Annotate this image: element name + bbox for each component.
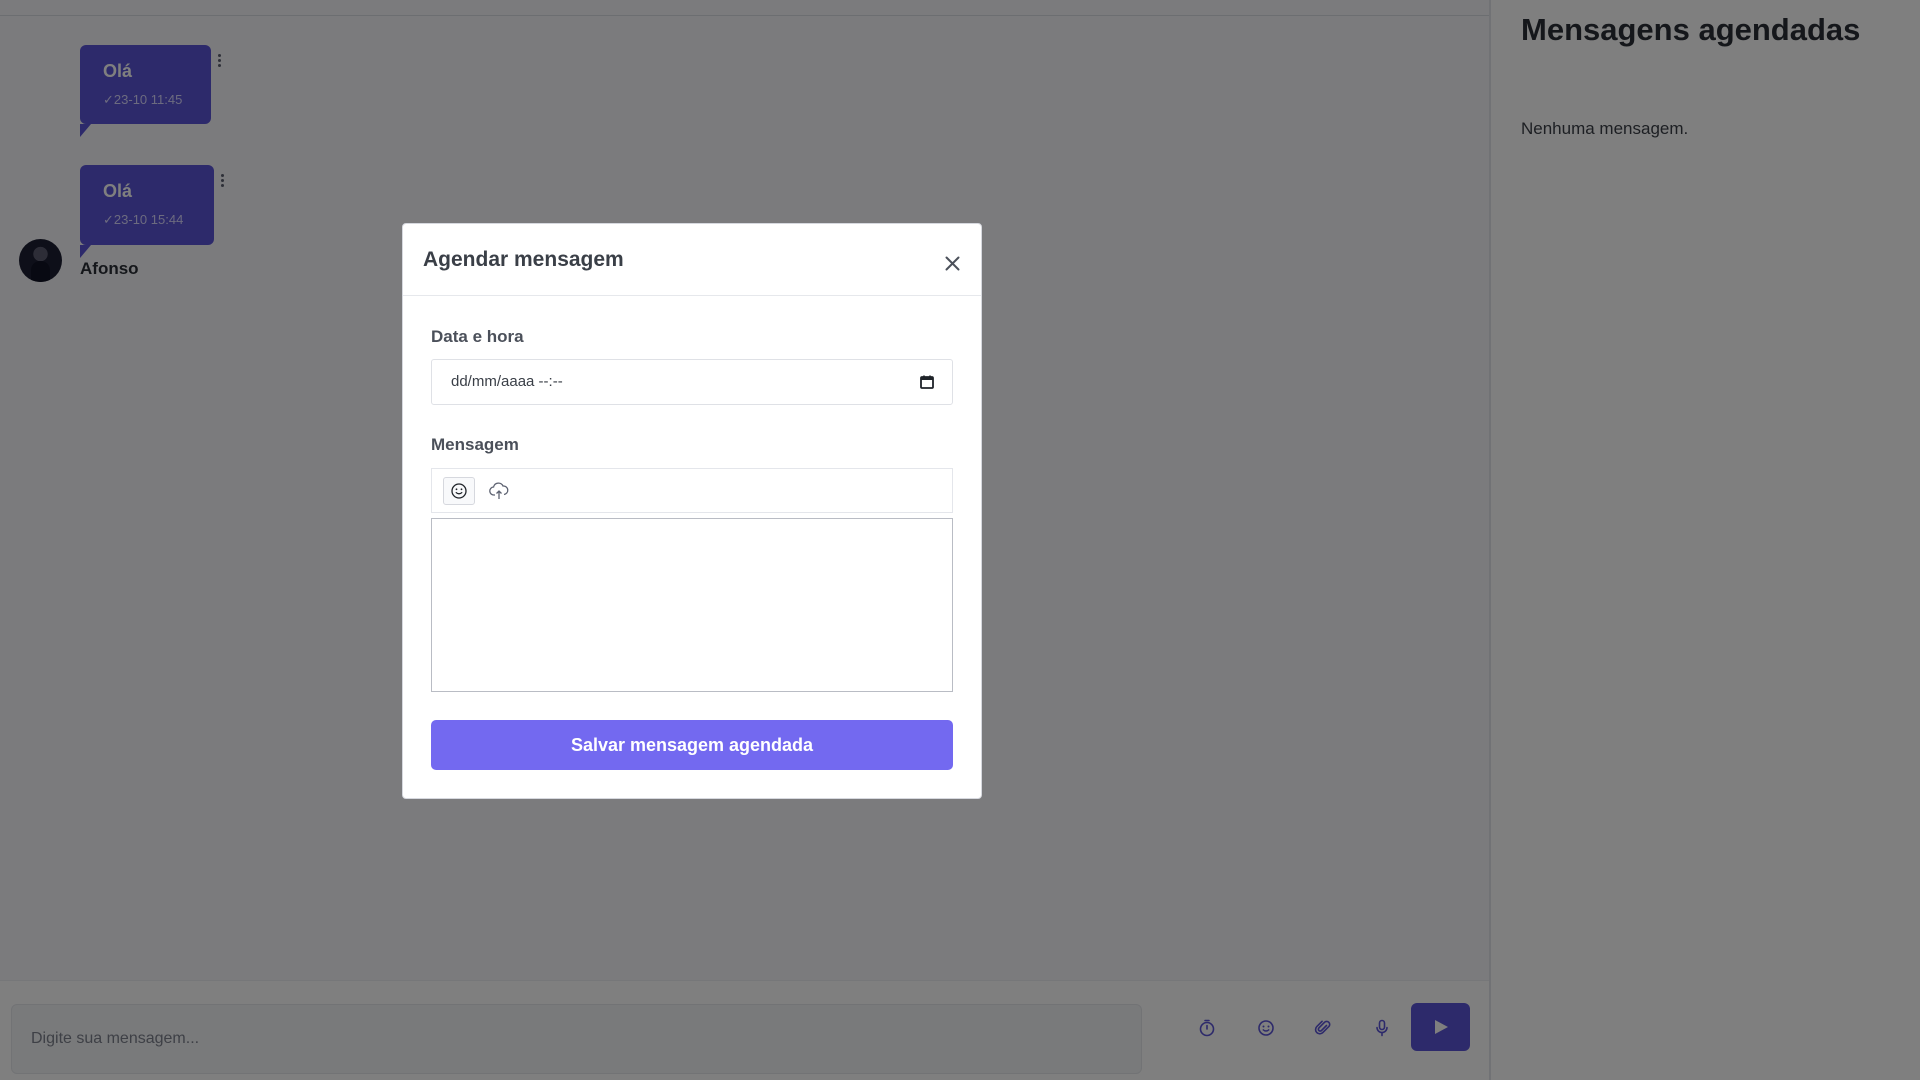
save-scheduled-message-button[interactable]: Salvar mensagem agendada bbox=[431, 720, 953, 770]
schedule-message-modal: Agendar mensagem Data e hora dd/mm/aaaa … bbox=[402, 223, 982, 799]
upload-button[interactable] bbox=[483, 477, 515, 505]
emoji-icon bbox=[451, 483, 467, 499]
calendar-icon[interactable] bbox=[919, 374, 935, 390]
close-icon bbox=[945, 256, 959, 270]
cloud-upload-icon bbox=[489, 482, 509, 499]
emoji-button[interactable] bbox=[443, 477, 475, 505]
datetime-input[interactable]: dd/mm/aaaa --:-- bbox=[431, 359, 953, 405]
editor-toolbar bbox=[431, 468, 953, 513]
datetime-value: dd/mm/aaaa --:-- bbox=[451, 373, 563, 390]
modal-header: Agendar mensagem bbox=[403, 224, 981, 296]
date-label: Data e hora bbox=[431, 327, 524, 346]
modal-title: Agendar mensagem bbox=[423, 248, 624, 271]
message-label: Mensagem bbox=[431, 435, 519, 454]
close-button[interactable] bbox=[941, 252, 963, 274]
message-editor[interactable] bbox=[431, 518, 953, 692]
